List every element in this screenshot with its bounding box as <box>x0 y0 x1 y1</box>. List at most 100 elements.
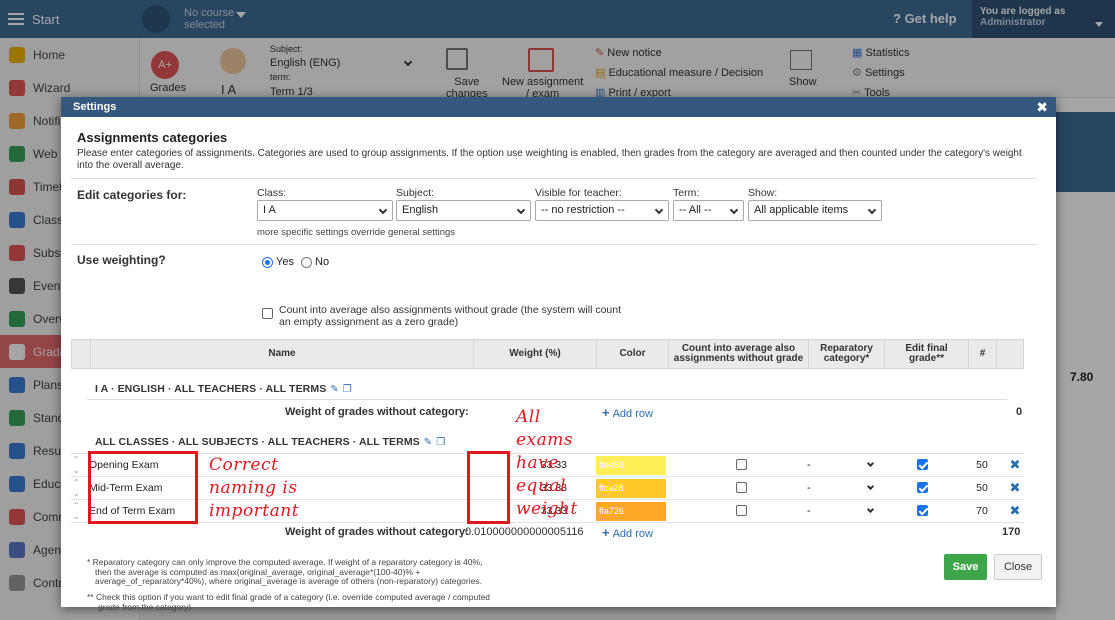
category-number: 70 <box>976 505 988 517</box>
copy-icon[interactable]: ❐ <box>343 384 352 395</box>
group2-total: 170 <box>1002 526 1021 538</box>
close-button[interactable]: Close <box>994 554 1042 580</box>
table-header: Name Weight (%) Color Count into average… <box>71 339 1024 369</box>
annotation-line: important <box>209 501 300 521</box>
footnote-line: average_of_reparatory*40%), where origin… <box>95 576 482 586</box>
divider <box>71 244 1036 245</box>
show-filter-value: All applicable items <box>754 204 849 216</box>
copy-icon[interactable]: ❐ <box>436 437 445 448</box>
divider <box>71 178 1036 179</box>
reparatory-select[interactable]: - <box>807 454 879 476</box>
term-filter-label: Term: <box>673 187 700 199</box>
annotation-line: weight <box>516 499 578 519</box>
pencil-icon[interactable]: ✎ <box>424 437 432 448</box>
th-edit-line2: grade** <box>908 353 944 364</box>
weighting-no-radio[interactable]: No <box>301 256 329 268</box>
annotation-line: equal <box>516 476 566 496</box>
term-filter-value: -- All -- <box>679 204 712 216</box>
annotation-naming: Correct naming is important <box>209 454 299 523</box>
reparatory-select[interactable]: - <box>807 477 879 499</box>
delete-icon[interactable]: ✖ <box>1008 500 1022 522</box>
add-row-label: Add row <box>612 408 653 420</box>
count-empty-row-checkbox[interactable] <box>736 482 747 493</box>
count-empty-row-checkbox[interactable] <box>736 505 747 516</box>
delete-icon[interactable]: ✖ <box>1008 454 1022 476</box>
save-button[interactable]: Save <box>944 554 987 580</box>
add-row-label: Add row <box>612 528 653 540</box>
category-color-picker[interactable]: ffa726 <box>596 502 666 521</box>
annotation-line: Correct <box>209 455 279 475</box>
edit-final-checkbox[interactable] <box>917 459 928 470</box>
delete-icon[interactable]: ✖ <box>1008 477 1022 499</box>
annotation-weight: All exams have equal weight <box>516 406 578 521</box>
chevron-down-icon <box>378 205 388 215</box>
footnote-line: grade from the category) <box>98 601 192 612</box>
class-filter-select[interactable]: I A <box>257 200 393 221</box>
radio-empty-icon <box>301 256 312 268</box>
th-count-line2: assignments without grade <box>673 353 804 364</box>
group-class-english: I A · ENGLISH · ALL TEACHERS · ALL TERMS… <box>95 383 352 395</box>
drag-handle-icon[interactable]: ⌃ ⌄ <box>73 454 83 476</box>
dialog-title: Settings <box>73 101 117 113</box>
chevron-down-icon <box>729 205 739 215</box>
show-filter-select[interactable]: All applicable items <box>748 200 882 221</box>
subject-filter-value: English <box>402 204 439 216</box>
close-icon[interactable]: ✖ <box>1036 97 1048 117</box>
group1-weight-label: Weight of grades without category: <box>285 406 469 418</box>
section-title: Assignments categories <box>77 130 228 145</box>
radio-selected-icon <box>262 256 273 268</box>
visible-filter-select[interactable]: -- no restriction -- <box>535 200 669 221</box>
chevron-down-icon <box>866 505 875 514</box>
subject-filter-select[interactable]: English <box>396 200 531 221</box>
visible-filter-label: Visible for teacher: <box>535 187 622 199</box>
footnote-edit-final: ** Check this option if you want to edit… <box>87 592 517 612</box>
th-rep-line2: category* <box>823 353 870 364</box>
pencil-icon[interactable]: ✎ <box>330 384 338 395</box>
weighting-yes-radio[interactable]: Yes <box>262 256 294 268</box>
th-actions <box>996 340 1024 368</box>
weighting-no-label: No <box>315 256 330 268</box>
count-empty-checkbox[interactable] <box>262 308 273 319</box>
add-row-button[interactable]: + Add row <box>602 525 653 540</box>
category-color-picker[interactable]: ffca28 <box>596 479 666 498</box>
chevron-down-icon <box>866 482 875 491</box>
drag-handle-icon[interactable]: ⌃ ⌄ <box>73 477 83 499</box>
reparatory-select[interactable]: - <box>807 500 879 522</box>
use-weighting-label: Use weighting? <box>77 253 166 267</box>
annotation-box-names <box>88 451 198 524</box>
th-reparatory: Reparatory category* <box>808 340 884 368</box>
plus-icon: + <box>602 405 610 420</box>
edit-final-checkbox[interactable] <box>917 482 928 493</box>
count-empty-row-checkbox[interactable] <box>736 459 747 470</box>
reparatory-value: - <box>807 482 811 494</box>
section-description: Please enter categories of assignments. … <box>77 148 1022 171</box>
reparatory-value: - <box>807 505 811 517</box>
edit-categories-label: Edit categories for: <box>77 188 187 202</box>
annotation-line: have <box>516 453 559 473</box>
plus-icon: + <box>602 525 610 540</box>
class-filter-label: Class: <box>257 187 287 199</box>
th-color: Color <box>596 340 668 368</box>
group-all-classes: ALL CLASSES · ALL SUBJECTS · ALL TEACHER… <box>95 436 445 448</box>
category-color-picker[interactable]: ffee58 <box>596 456 666 475</box>
term-filter-select[interactable]: -- All -- <box>673 200 744 221</box>
group1-weight-value: 0 <box>1016 406 1023 418</box>
dialog-body: Assignments categories Please enter cate… <box>61 117 1056 611</box>
filter-note: more specific settings override general … <box>257 227 456 238</box>
dialog-header: Settings ✖ <box>61 97 1056 117</box>
th-count: Count into average also assignments witho… <box>668 340 808 368</box>
subject-filter-label: Subject: <box>396 187 434 199</box>
edit-final-checkbox[interactable] <box>917 505 928 516</box>
th-edit-final: Edit final grade** <box>884 340 968 368</box>
count-empty-line2: an empty assignment as a zero grade) <box>279 316 459 328</box>
add-row-button[interactable]: + Add row <box>602 405 653 420</box>
annotation-box-weights <box>467 451 510 524</box>
th-hash: # <box>968 340 996 368</box>
chevron-down-icon <box>866 459 875 468</box>
count-empty-label: Count into average also assignments with… <box>279 304 621 328</box>
th-weight: Weight (%) <box>473 340 596 368</box>
category-number: 50 <box>976 482 988 494</box>
visible-filter-value: -- no restriction -- <box>541 204 625 216</box>
count-empty-line1: Count into average also assignments with… <box>279 304 622 316</box>
drag-handle-icon[interactable]: ⌃ ⌄ <box>73 500 83 522</box>
